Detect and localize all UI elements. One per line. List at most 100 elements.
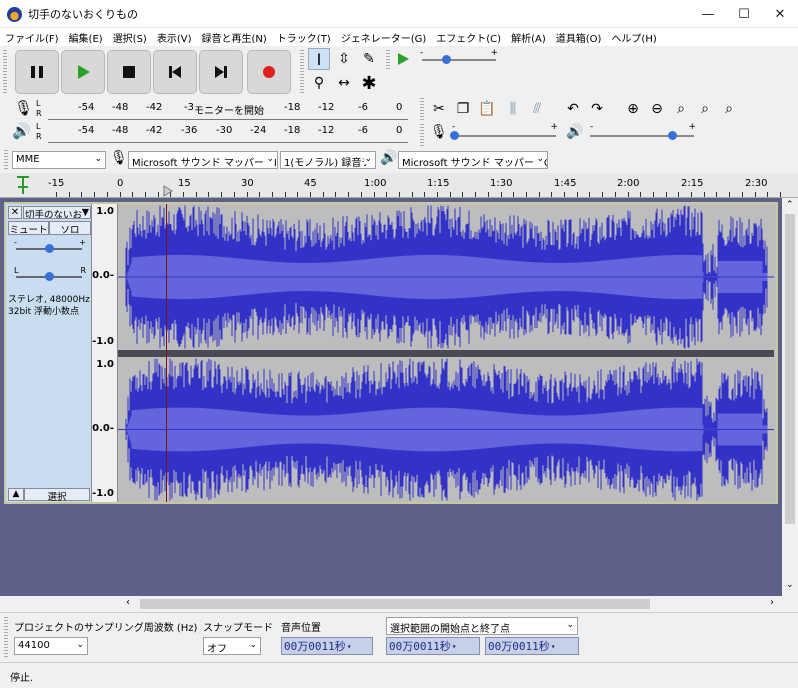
skip-to-end-button[interactable]: [199, 50, 243, 94]
zoom-tool-button[interactable]: ⚲: [308, 72, 330, 94]
toolbar-grip[interactable]: [3, 50, 7, 94]
time-shift-tool-button[interactable]: ↔: [333, 72, 355, 94]
track-menu-button[interactable]: 切手のないお ▼: [23, 206, 91, 219]
tools-grip[interactable]: [300, 50, 304, 94]
mute-button[interactable]: ミュート: [8, 221, 49, 236]
menu-transport[interactable]: 録音と再生(N): [197, 30, 272, 45]
track-close-button[interactable]: ✕: [8, 206, 22, 219]
device-grip[interactable]: [4, 150, 8, 170]
fit-project-button[interactable]: ⌕: [694, 98, 716, 120]
selection-mode-select[interactable]: 選択範囲の開始点と終了点 ⌄: [386, 617, 578, 635]
record-meter[interactable]: -54 -48 -42 -3 モニターを開始 -18 -12 -6 0: [48, 100, 408, 120]
scroll-left-icon[interactable]: ‹: [126, 597, 130, 608]
project-rate-label: プロジェクトのサンプリング周波数 (Hz): [14, 623, 198, 634]
menu-select[interactable]: 選択(S): [108, 30, 152, 45]
silence-button[interactable]: ⫻: [526, 98, 548, 120]
playback-meter[interactable]: -54 -48 -42 -36 -30 -24 -18 -12 -6 0: [48, 123, 408, 143]
project-rate-select[interactable]: 44100 ⌄: [14, 637, 88, 655]
zoom-out-button[interactable]: ⊖: [646, 98, 668, 120]
ruler-minor-tick: [716, 192, 718, 197]
pin-icon[interactable]: [14, 175, 32, 195]
selection-start-field[interactable]: 00万0011秒 ▾: [386, 637, 480, 655]
collapse-button[interactable]: ▲: [8, 488, 24, 501]
menu-help[interactable]: ヘルプ(H): [606, 30, 661, 45]
menu-tracks[interactable]: トラック(T): [272, 30, 336, 45]
menu-analyze[interactable]: 解析(A): [506, 30, 551, 45]
solo-button[interactable]: ソロ: [49, 221, 91, 236]
stop-button[interactable]: [107, 50, 151, 94]
scroll-up-icon[interactable]: ⌃: [786, 200, 794, 210]
redo-button[interactable]: ↷: [586, 98, 608, 120]
waveform-right-channel[interactable]: [118, 357, 774, 502]
fit-selection-button[interactable]: ⌕: [670, 98, 692, 120]
selection-end-field[interactable]: 00万0011秒 ▾: [485, 637, 579, 655]
mixer-grip[interactable]: [420, 124, 424, 146]
cut-button[interactable]: ✂: [428, 98, 450, 120]
zoom-in-button[interactable]: ⊕: [622, 98, 644, 120]
pan-thumb[interactable]: [45, 272, 54, 281]
menu-file[interactable]: ファイル(F): [0, 30, 64, 45]
maximize-button[interactable]: ☐: [726, 0, 762, 28]
copy-button[interactable]: ❐: [452, 98, 474, 120]
snap-mode-select[interactable]: オフ ⌄: [203, 637, 261, 655]
play-button[interactable]: [61, 50, 105, 94]
edit-grip[interactable]: [420, 98, 424, 120]
ruler-minor-tick: [665, 192, 667, 197]
microphone-icon[interactable]: 🎙: [14, 99, 33, 117]
vruler-label: 1.0: [96, 359, 114, 370]
playback-speed-slider[interactable]: - +: [420, 48, 500, 68]
scroll-right-icon[interactable]: ›: [770, 597, 774, 608]
pause-button[interactable]: [15, 50, 59, 94]
zoom-toggle-button[interactable]: ⌕: [718, 98, 740, 120]
waveform-left-channel[interactable]: [118, 204, 774, 350]
menu-tools[interactable]: 道具箱(O): [551, 30, 607, 45]
playback-volume-slider[interactable]: - +: [588, 122, 698, 144]
recording-volume-slider[interactable]: - +: [450, 122, 560, 144]
selection-start-value: 00万0011秒: [389, 640, 451, 653]
close-button[interactable]: ✕: [762, 0, 798, 28]
select-track-button[interactable]: 選択: [24, 488, 90, 503]
menu-edit[interactable]: 編集(E): [64, 30, 108, 45]
trim-button[interactable]: ⫼: [502, 98, 524, 120]
rec-vol-thumb[interactable]: [450, 131, 459, 140]
vertical-scroll-thumb[interactable]: [785, 214, 795, 524]
audio-track[interactable]: ✕ 切手のないお ▼ ミュート ソロ - + L R ステレオ, 48000Hz…: [4, 202, 778, 504]
chevron-down-icon: ⌄: [249, 640, 257, 650]
record-button[interactable]: [247, 50, 291, 94]
menu-effect[interactable]: エフェクト(C): [431, 30, 506, 45]
meter-tick: -48: [112, 125, 129, 136]
meter-tick: -12: [318, 125, 335, 136]
play-vol-thumb[interactable]: [668, 131, 677, 140]
recording-channels-select[interactable]: 1(モノラル) 録音チ ⌄: [280, 151, 376, 169]
audio-host-select[interactable]: MME ⌄: [12, 151, 106, 169]
timeline-ruler[interactable]: -15 0 15 30 45 1:00 1:15 1:30 1:45 2:00 …: [0, 173, 798, 198]
start-monitoring-label[interactable]: モニターを開始: [194, 102, 264, 117]
selection-end-value: 00万0011秒: [488, 640, 550, 653]
envelope-tool-button[interactable]: ⇳: [333, 48, 355, 70]
vertical-ruler[interactable]: 1.0 0.0- -1.0 1.0 0.0- -1.0: [92, 204, 118, 502]
selection-grip[interactable]: [4, 617, 8, 657]
menu-view[interactable]: 表示(V): [152, 30, 197, 45]
speaker-icon[interactable]: 🔊: [12, 122, 31, 140]
play-at-speed-button[interactable]: [392, 48, 414, 70]
horizontal-scroll-thumb[interactable]: [140, 599, 650, 609]
paste-button[interactable]: 📋: [476, 98, 498, 120]
recording-device-select[interactable]: Microsoft サウンド マッパー - In ⌄: [128, 151, 278, 169]
draw-tool-button[interactable]: ✎: [358, 48, 380, 70]
undo-button[interactable]: ↶: [562, 98, 584, 120]
menu-generate[interactable]: ジェネレーター(G): [336, 30, 432, 45]
selection-tool-button[interactable]: I: [308, 48, 330, 70]
audio-position-field[interactable]: 00万0011秒 ▾: [281, 637, 373, 655]
play-at-speed-grip[interactable]: [386, 50, 390, 70]
playback-device-select[interactable]: Microsoft サウンド マッパー - O ⌄: [398, 151, 548, 169]
gain-thumb[interactable]: [45, 244, 54, 253]
pan-slider[interactable]: L R: [14, 266, 86, 284]
speed-slider-thumb[interactable]: [442, 55, 451, 64]
vertical-scrollbar[interactable]: ⌃ ⌄: [782, 198, 798, 596]
minimize-button[interactable]: —: [690, 0, 726, 28]
gain-slider[interactable]: - +: [14, 238, 86, 256]
skip-to-start-button[interactable]: [153, 50, 197, 94]
multi-tool-button[interactable]: ✱: [358, 72, 380, 94]
scroll-down-icon[interactable]: ⌄: [786, 580, 794, 590]
horizontal-scrollbar[interactable]: ‹ ›: [0, 596, 782, 612]
